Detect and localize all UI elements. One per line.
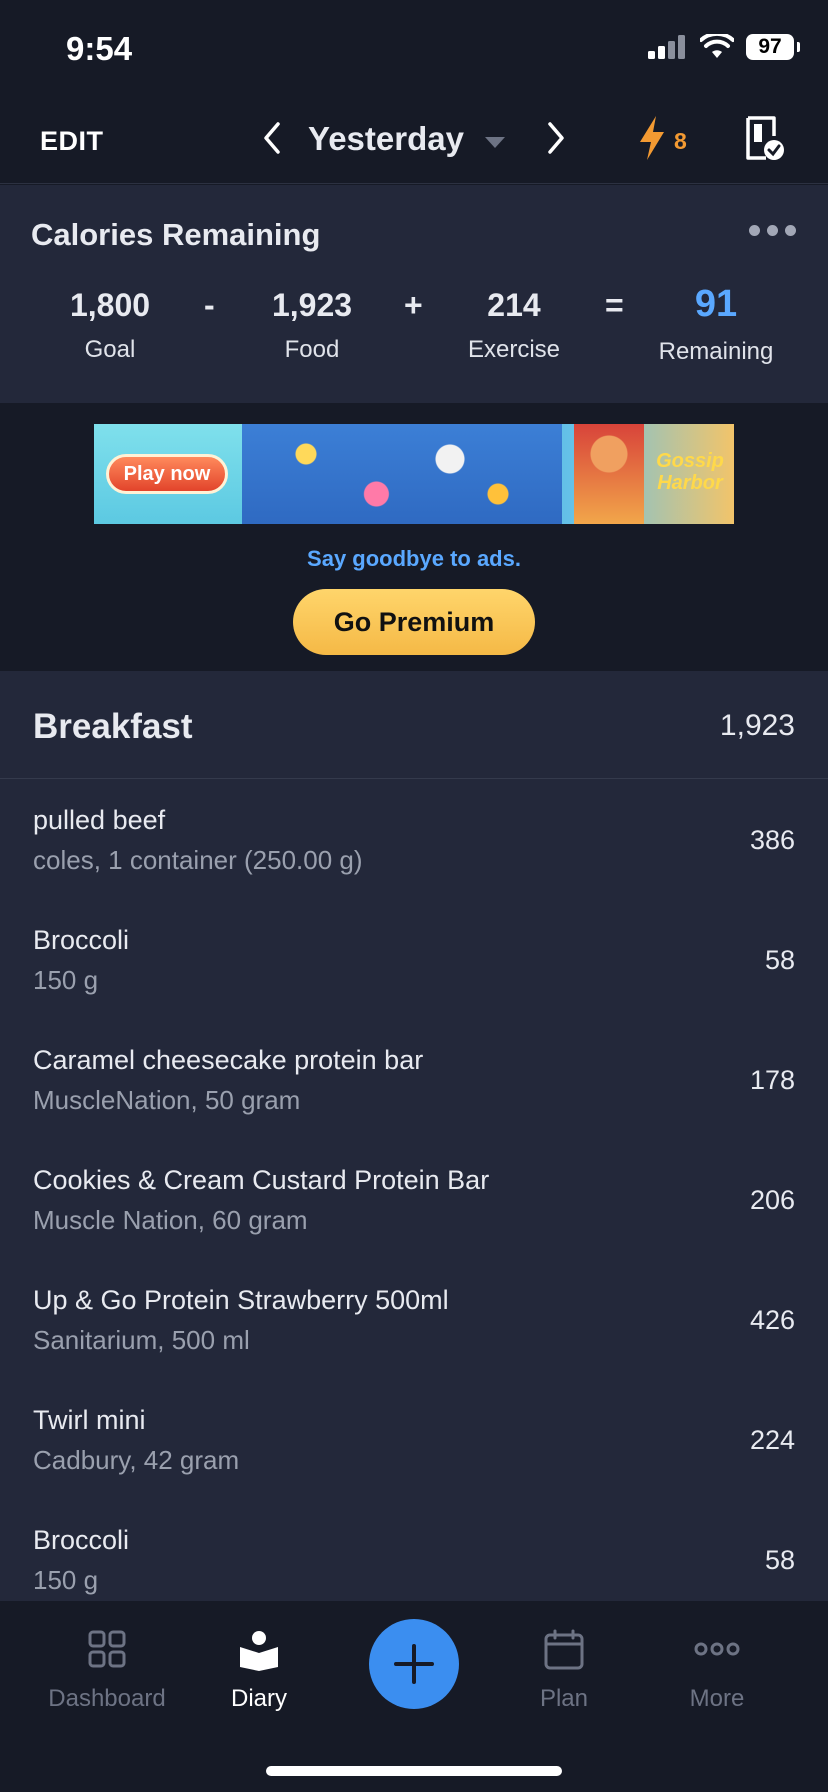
more-icon	[694, 1642, 740, 1656]
calories-title: Calories Remaining	[31, 217, 321, 252]
food-description: Muscle Nation, 60 gram	[33, 1205, 308, 1235]
status-bar: 9:54 97	[0, 0, 828, 96]
checklist-icon[interactable]	[744, 114, 786, 162]
status-time: 9:54	[66, 30, 133, 67]
calories-remaining-card[interactable]: Calories Remaining 1,800 Goal - 1,923 Fo…	[0, 185, 828, 403]
meal-total-calories: 1,923	[719, 709, 795, 742]
lightning-bolt-icon	[640, 116, 664, 160]
food-description: coles, 1 container (250.00 g)	[33, 845, 363, 875]
go-premium-button[interactable]: Go Premium	[293, 589, 535, 655]
food-item[interactable]: Broccoli 150 g 58	[0, 899, 828, 1019]
ad-play-now-button[interactable]: Play now	[106, 454, 228, 494]
battery-indicator: 97	[746, 34, 800, 60]
food-label: Food	[284, 336, 340, 363]
remove-ads-link[interactable]: Say goodbye to ads.	[0, 546, 828, 572]
calories-equation: 1,800 Goal - 1,923 Food + 214 Exercise =…	[0, 283, 828, 377]
minus-sign: -	[204, 287, 215, 323]
breakfast-section: Breakfast 1,923 pulled beef coles, 1 con…	[0, 671, 828, 1601]
more-options-icon[interactable]	[749, 225, 796, 236]
edit-button[interactable]: EDIT	[40, 126, 104, 157]
meal-header[interactable]: Breakfast 1,923	[0, 671, 828, 779]
food-name: Cookies & Cream Custard Protein Bar	[33, 1165, 490, 1195]
food-calories: 58	[764, 1545, 795, 1575]
dashboard-icon	[88, 1630, 126, 1668]
ad-game-tiles-image	[242, 424, 562, 524]
food-name: Up & Go Protein Strawberry 500ml	[33, 1285, 449, 1315]
remaining-column: 91 Remaining	[626, 283, 806, 366]
streak-button[interactable]: 8	[636, 114, 687, 162]
food-name: Caramel cheesecake protein bar	[33, 1045, 424, 1075]
goal-column: 1,800 Goal	[20, 287, 200, 364]
goal-value: 1,800	[69, 287, 151, 323]
food-calories: 426	[749, 1305, 795, 1335]
food-description: 150 g	[33, 965, 99, 995]
food-calories: 206	[749, 1185, 795, 1215]
cellular-signal-icon	[648, 35, 685, 59]
plus-icon	[394, 1644, 434, 1684]
food-calories: 386	[749, 825, 795, 855]
food-name: Broccoli	[33, 1525, 130, 1555]
tab-label: Diary	[230, 1685, 287, 1712]
status-icons: 97	[648, 34, 800, 60]
remaining-value: 91	[694, 283, 738, 325]
food-description: MuscleNation, 50 gram	[33, 1085, 301, 1115]
equals-sign: =	[605, 287, 624, 323]
food-description: Cadbury, 42 gram	[33, 1445, 240, 1475]
food-name: Broccoli	[33, 925, 130, 955]
calendar-icon	[544, 1629, 584, 1670]
diary-icon	[240, 1631, 278, 1671]
food-name: pulled beef	[33, 805, 166, 835]
exercise-column: 214 Exercise	[424, 287, 604, 364]
food-item[interactable]: Up & Go Protein Strawberry 500ml Sanitar…	[0, 1259, 828, 1379]
top-navigation: EDIT Yesterday 8	[0, 96, 828, 184]
food-description: 150 g	[33, 1565, 99, 1595]
date-selector[interactable]: Yesterday	[308, 120, 464, 158]
food-calories: 58	[764, 945, 795, 975]
remaining-label: Remaining	[658, 338, 774, 365]
food-item[interactable]: pulled beef coles, 1 container (250.00 g…	[0, 779, 828, 899]
ad-brand-logo: Gossip Harbor	[656, 450, 724, 494]
food-item[interactable]: Caramel cheesecake protein bar MuscleNat…	[0, 1019, 828, 1139]
chevron-right-icon[interactable]	[540, 118, 570, 158]
food-item[interactable]: Twirl mini Cadbury, 42 gram 224	[0, 1379, 828, 1499]
home-indicator[interactable]	[266, 1766, 562, 1776]
tab-label: Plan	[539, 1685, 589, 1712]
chevron-left-icon[interactable]	[258, 118, 288, 158]
bottom-tab-bar: Dashboard Diary Plan More	[0, 1601, 828, 1792]
ad-area: Play now Gossip Harbor Say goodbye to ad…	[0, 404, 828, 670]
food-calories: 178	[749, 1065, 795, 1095]
wifi-icon	[700, 34, 734, 58]
food-description: Sanitarium, 500 ml	[33, 1325, 250, 1355]
add-entry-button[interactable]	[369, 1619, 459, 1709]
exercise-value: 214	[487, 287, 541, 323]
food-calories: 224	[749, 1425, 795, 1455]
tab-label: More	[689, 1685, 745, 1712]
food-item[interactable]: Cookies & Cream Custard Protein Bar Musc…	[0, 1139, 828, 1259]
food-value: 1,923	[271, 287, 353, 323]
caret-down-icon[interactable]	[484, 136, 506, 150]
plus-sign: +	[404, 287, 423, 323]
meal-title: Breakfast	[33, 707, 193, 746]
tab-label: Dashboard	[48, 1685, 166, 1712]
streak-count: 8	[674, 127, 687, 154]
ad-banner[interactable]: Play now Gossip Harbor	[94, 424, 734, 524]
ad-left-panel: Play now	[94, 424, 242, 524]
food-name: Twirl mini	[33, 1405, 146, 1435]
food-column: 1,923 Food	[222, 287, 402, 364]
exercise-label: Exercise	[467, 336, 561, 363]
goal-label: Goal	[84, 336, 136, 363]
ad-character-image	[574, 424, 644, 524]
